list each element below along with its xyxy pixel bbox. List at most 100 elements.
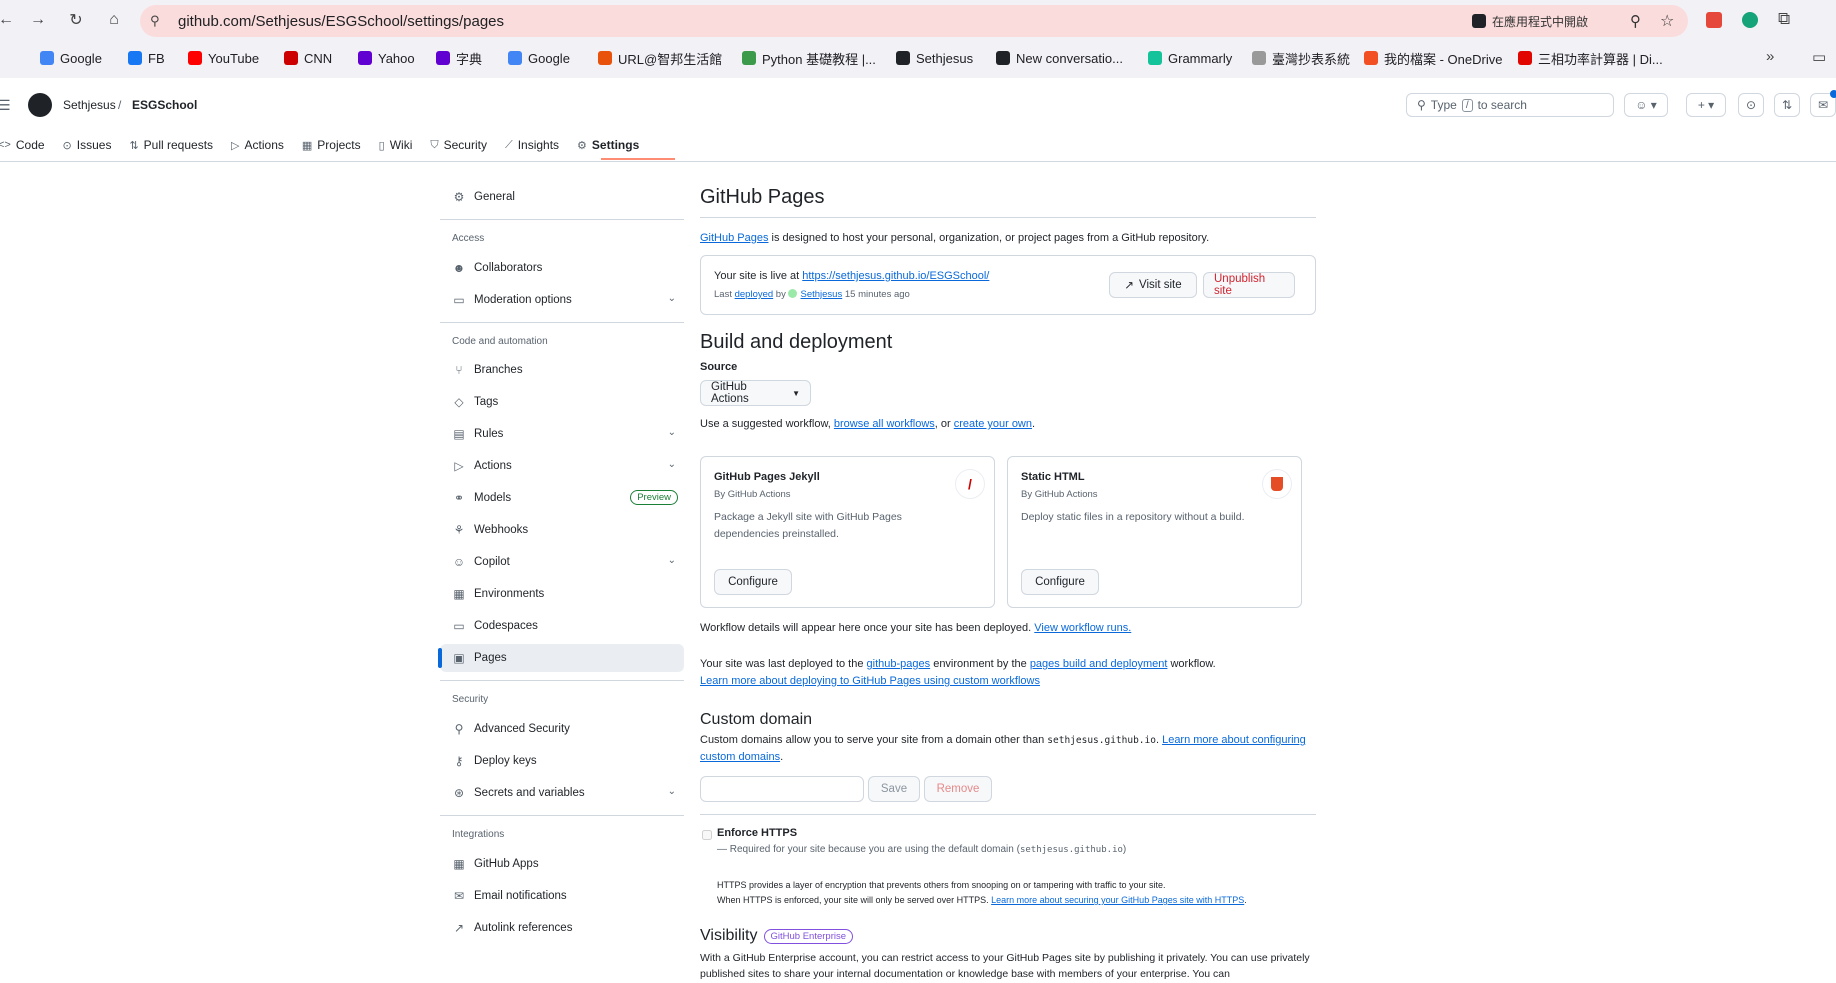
divider (700, 217, 1316, 218)
chevron-down-icon: ⌄ (667, 786, 676, 797)
tab-wiki[interactable]: ▯ Wiki (379, 138, 413, 152)
sidebar-item-models[interactable]: ⚭ Models Preview (440, 484, 684, 512)
pull-requests-icon[interactable]: ⇅ (1774, 93, 1800, 117)
forward-icon[interactable]: → (26, 8, 50, 32)
reload-icon[interactable]: ↻ (64, 8, 88, 32)
sidebar-item-branches[interactable]: ⑂ Branches (440, 356, 684, 384)
create-new-button[interactable]: + ▾ (1686, 93, 1726, 117)
bookmark-item[interactable]: CNN (284, 48, 332, 68)
site-url-link[interactable]: https://sethjesus.github.io/ESGSchool/ (802, 270, 989, 282)
sidebar-item-copilot[interactable]: ☺ Copilot ⌄ (440, 548, 684, 576)
apps-icon: ▦ (453, 857, 465, 871)
tab-security[interactable]: ⛉ Security (430, 138, 487, 152)
configure-static-html-button[interactable]: Configure (1021, 569, 1099, 595)
back-icon[interactable]: ← (0, 8, 18, 32)
site-live-box: Your site is live at https://sethjesus.g… (700, 255, 1316, 315)
address-bar[interactable]: ⚲ github.com/Sethjesus/ESGSchool/setting… (140, 5, 1688, 37)
tab-issues[interactable]: ⊙ Issues (63, 138, 112, 152)
bookmark-item[interactable]: Python 基礎教程 |... (742, 48, 876, 68)
sidebar-item-webhooks[interactable]: ⚘ Webhooks (440, 516, 684, 544)
issue-icon: ⊙ (62, 139, 72, 152)
bookmark-item[interactable]: 臺灣抄表系統 (1252, 48, 1350, 68)
source-select[interactable]: GitHub Actions ▼ (700, 380, 811, 406)
workflow-link[interactable]: pages build and deployment (1030, 658, 1168, 670)
bookmark-item[interactable]: URL@智邦生活館 (598, 48, 722, 68)
breadcrumb-repo[interactable]: ESGSchool (132, 98, 197, 112)
custom-domain-input[interactable] (700, 776, 864, 802)
bookmark-item[interactable]: Yahoo (358, 48, 415, 68)
bookmark-item[interactable]: New conversatio... (996, 48, 1123, 68)
favicon-icon (508, 51, 522, 65)
visit-site-button[interactable]: ↗ Visit site (1109, 272, 1197, 298)
bookmark-item[interactable]: Sethjesus (896, 48, 973, 68)
url-text[interactable]: github.com/Sethjesus/ESGSchool/settings/… (178, 13, 504, 30)
open-in-app-button[interactable]: 在應用程式中開啟 (1472, 5, 1588, 37)
sidebar-item-advanced-security[interactable]: ⚲ Advanced Security (440, 715, 684, 743)
sidebar-item-actions[interactable]: ▷ Actions ⌄ (440, 452, 684, 480)
tab-code[interactable]: <> Code (0, 138, 45, 152)
enforce-https-checkbox[interactable] (702, 830, 712, 840)
bookmark-item[interactable]: FB (128, 48, 165, 68)
site-info-icon[interactable]: ⚲ (150, 13, 160, 29)
sidebar-item-collaborators[interactable]: ☻ Collaborators (440, 254, 684, 282)
favicon-icon (128, 51, 142, 65)
tab-pull-requests[interactable]: ⇅ Pull requests (129, 138, 213, 152)
github-logo-icon[interactable] (28, 93, 52, 117)
chevron-down-icon: ⌄ (667, 427, 676, 438)
sidebar-item-tags[interactable]: ◇ Tags (440, 388, 684, 416)
search-input[interactable]: ⚲ Type / to search (1406, 93, 1614, 117)
copilot-button[interactable]: ☺ ▾ (1624, 93, 1668, 117)
sidebar-item-secrets[interactable]: ⊛ Secrets and variables ⌄ (440, 779, 684, 807)
deployer-link[interactable]: Sethjesus (800, 289, 842, 300)
more-bookmarks-icon[interactable]: » (1766, 48, 1774, 65)
issues-icon[interactable]: ⊙ (1738, 93, 1764, 117)
bookmark-item[interactable]: 字典 (436, 48, 482, 68)
github-pages-link[interactable]: GitHub Pages (700, 232, 768, 244)
tab-insights[interactable]: ⟋ Insights (505, 138, 559, 152)
remove-button[interactable]: Remove (924, 776, 992, 802)
sidebar-item-environments[interactable]: ▦ Environments (440, 580, 684, 608)
environment-link[interactable]: github-pages (867, 658, 931, 670)
deployed-link[interactable]: deployed (735, 289, 774, 300)
menu-icon[interactable]: ☰ (0, 97, 11, 114)
enterprise-badge: GitHub Enterprise (763, 928, 854, 944)
bookmark-item[interactable]: Google (40, 48, 102, 68)
bookmark-item[interactable]: YouTube (188, 48, 259, 68)
zoom-icon[interactable]: ⚲ (1630, 5, 1641, 37)
extension-grammarly-icon[interactable] (1742, 12, 1758, 28)
bookmark-item[interactable]: 我的檔案 - OneDrive (1364, 48, 1502, 68)
section-heading-security: Security (452, 694, 489, 705)
tab-projects[interactable]: ▦ Projects (302, 138, 361, 152)
bookmark-item[interactable]: Grammarly (1148, 48, 1232, 68)
extensions-puzzle-icon[interactable]: ⧉ (1778, 9, 1790, 29)
view-workflow-runs-link[interactable]: View workflow runs. (1034, 622, 1131, 634)
bookmark-item[interactable]: Google (508, 48, 570, 68)
extension-pdf-icon[interactable] (1706, 12, 1722, 28)
divider (700, 814, 1316, 815)
configure-jekyll-button[interactable]: Configure (714, 569, 792, 595)
bookmark-item[interactable]: 三相功率計算器 | Di... (1518, 48, 1663, 68)
sidebar-item-general[interactable]: ⚙ General (440, 183, 684, 211)
sidebar-item-pages[interactable]: ▣ Pages (440, 644, 684, 672)
sidebar-item-github-apps[interactable]: ▦ GitHub Apps (440, 850, 684, 878)
tab-actions[interactable]: ▷ Actions (231, 138, 284, 152)
sidebar-item-rules[interactable]: ▤ Rules ⌄ (440, 420, 684, 448)
create-your-own-link[interactable]: create your own (954, 418, 1032, 430)
tab-settings[interactable]: ⚙ Settings (577, 138, 639, 152)
learn-https-link[interactable]: Learn more about securing your GitHub Pa… (991, 895, 1244, 905)
sidebar-item-codespaces[interactable]: ▭ Codespaces (440, 612, 684, 640)
unpublish-site-button[interactable]: Unpublish site (1203, 272, 1295, 298)
save-button[interactable]: Save (868, 776, 920, 802)
breadcrumb-owner[interactable]: Sethjesus (63, 98, 116, 112)
browse-workflows-link[interactable]: browse all workflows (834, 418, 935, 430)
sidebar-item-deploy-keys[interactable]: ⚷ Deploy keys (440, 747, 684, 775)
favicon-icon (1364, 51, 1378, 65)
learn-custom-workflows-link[interactable]: Learn more about deploying to GitHub Pag… (700, 675, 1040, 687)
home-icon[interactable]: ⌂ (102, 8, 126, 32)
folder-icon[interactable]: ▭ (1812, 48, 1826, 66)
sidebar-item-moderation[interactable]: ▭ Moderation options ⌄ (440, 286, 684, 314)
star-icon[interactable]: ☆ (1660, 5, 1674, 37)
sidebar-item-email-notifications[interactable]: ✉ Email notifications (440, 882, 684, 910)
browser-icon: ▣ (453, 651, 465, 665)
sidebar-item-autolink[interactable]: ↗ Autolink references (440, 914, 684, 942)
